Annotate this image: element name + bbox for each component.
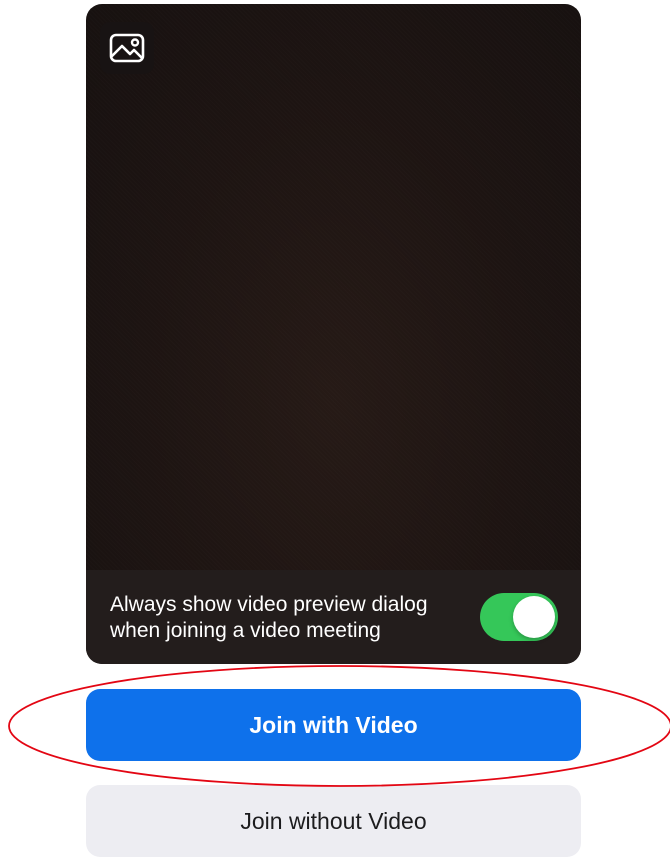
join-without-video-button[interactable]: Join without Video — [86, 785, 581, 857]
always-show-preview-toggle[interactable] — [480, 593, 558, 641]
option-label-line1: Always show video preview dialog — [110, 593, 428, 616]
video-preview-area — [86, 4, 581, 664]
image-icon — [109, 33, 145, 63]
always-show-preview-label: Always show video preview dialog when jo… — [110, 592, 470, 644]
video-preview-screen: Always show video preview dialog when jo… — [0, 0, 670, 857]
preview-option-bar: Always show video preview dialog when jo… — [86, 570, 581, 664]
option-label-line2: when joining a video meeting — [110, 619, 381, 642]
join-with-video-button[interactable]: Join with Video — [86, 689, 581, 761]
toggle-knob — [513, 596, 555, 638]
virtual-background-button[interactable] — [100, 22, 154, 74]
